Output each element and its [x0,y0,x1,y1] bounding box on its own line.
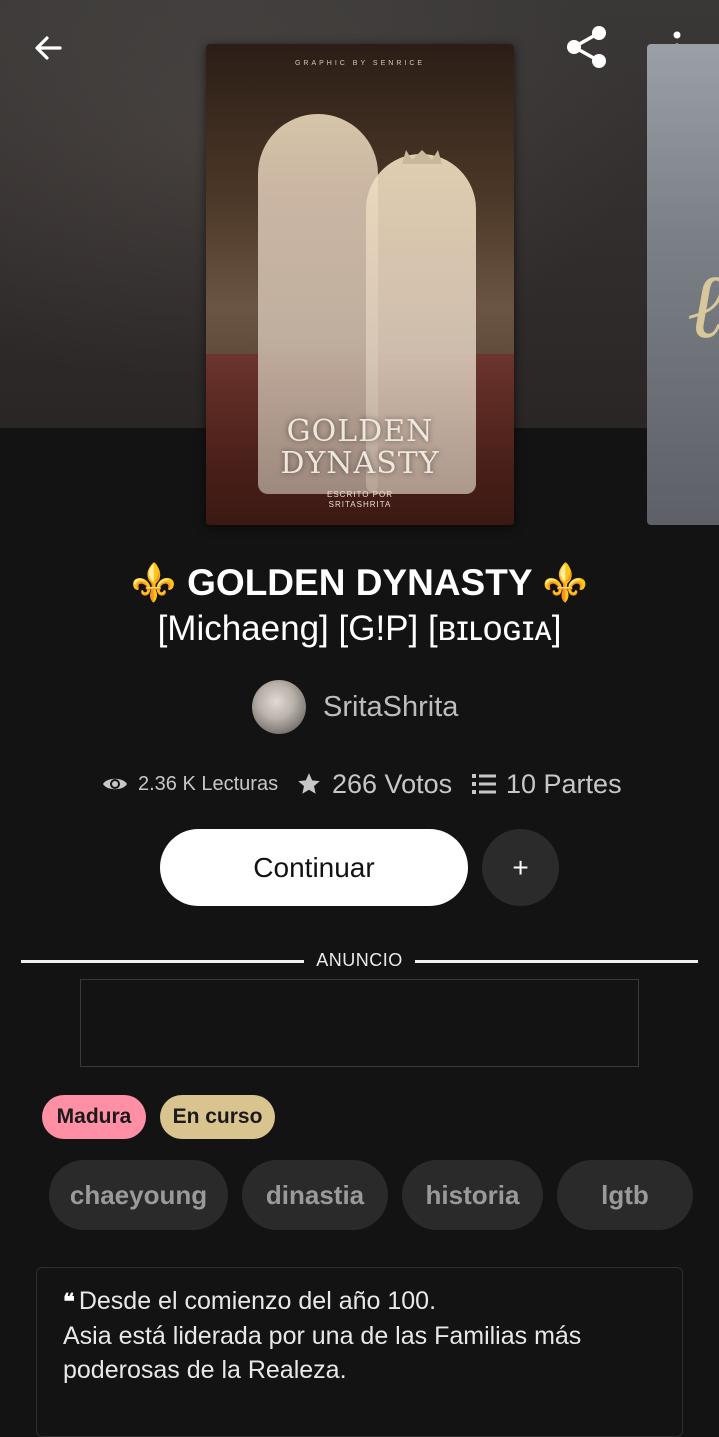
cover-title-line1: GOLDEN [286,414,434,449]
quote-icon: ❝ [63,1289,75,1315]
cover-title-line2: DYNASTY [280,446,440,481]
author-name[interactable]: SritaShrita [323,691,458,724]
back-button[interactable] [24,24,72,72]
story-description[interactable]: ❝ Desde el comienzo del año 100. Asia est… [36,1267,683,1437]
ad-label: ANUNCIO [316,950,403,970]
mature-badge: Madura [42,1095,146,1139]
arrow-left-icon [35,36,62,60]
reads-stat: 2.36 K Lecturas [102,764,278,804]
tag-lgtb[interactable]: lgtb [557,1160,693,1230]
next-story-cover[interactable]: ℓ [647,44,719,525]
tag-chaeyoung[interactable]: chaeyoung [49,1160,228,1230]
story-title: ⚜️ GOLDEN DYNASTY ⚜️ [Michaeng] [G!P] [ʙ… [20,560,699,652]
votes-count: 266 Votos [332,768,453,799]
cover-sub-line2: SRITASHRITA [328,500,392,509]
description-line1: Desde el comienzo del año 100. [78,1287,437,1315]
add-to-library-button[interactable]: + [482,829,559,906]
next-cover-art: ℓ [687,254,719,359]
list-icon [472,774,496,794]
cover-credit: GRAPHIC BY SENRICE [294,60,426,67]
ad-banner[interactable] [80,979,639,1067]
tag-historia[interactable]: historia [402,1160,543,1230]
story-cover[interactable]: GRAPHIC BY SENRICE GOLDEN DYNASTY ESCRIT… [206,44,514,525]
cover-title: GOLDEN DYNASTY [206,416,514,480]
reads-count: 2.36 K Lecturas [138,772,279,795]
author-link[interactable]: SritaShrita [252,680,458,734]
crown-icon [402,150,442,164]
continue-reading-button[interactable]: Continuar [160,829,468,906]
story-title-line1: ⚜️ GOLDEN DYNASTY ⚜️ [130,562,589,603]
cover-subtitle: ESCRITO POR SRITASHRITA [206,490,514,510]
ad-divider-left [21,960,304,963]
parts-stat: 10 Partes [472,764,622,804]
share-button[interactable] [560,22,614,72]
description-line3: poderosas de la Realeza. [63,1356,347,1384]
description-line2: Asia está liderada por una de las Famili… [63,1322,582,1350]
story-stats: 2.36 K Lecturas 266 Votos 10 Partes [0,764,719,804]
author-avatar[interactable] [252,680,306,734]
cover-sub-line1: ESCRITO POR [327,490,393,499]
story-title-line2: [Michaeng] [G!P] [ʙɪʟᴏɢɪᴀ] [157,609,562,648]
ad-divider-right [415,960,698,963]
votes-stat: 266 Votos [296,764,452,804]
tag-dinastia[interactable]: dinastia [242,1160,388,1230]
eye-icon [103,778,127,790]
parts-count: 10 Partes [506,768,622,799]
status-badge: En curso [160,1095,275,1139]
star-icon [298,773,320,794]
share-icon [567,26,606,68]
